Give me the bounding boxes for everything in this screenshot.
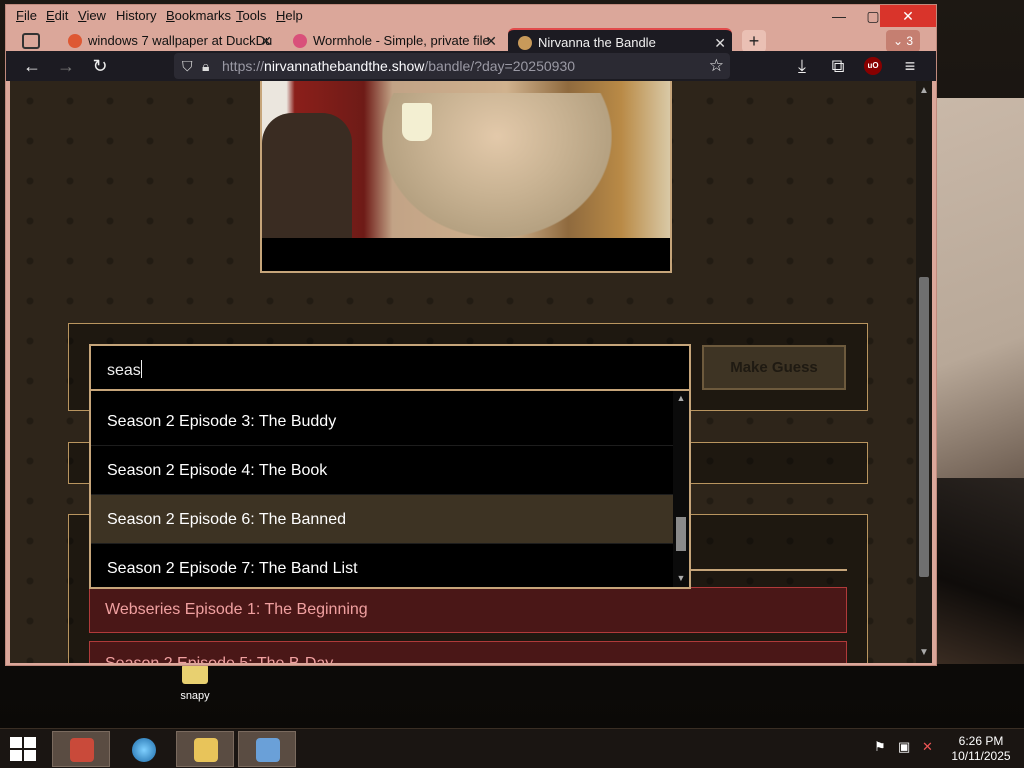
duckduckgo-favicon-icon: [68, 34, 82, 48]
tab-list-button[interactable]: ⌄ 3: [886, 30, 920, 52]
menu-edit[interactable]: Edit: [46, 8, 68, 23]
lock-icon[interactable]: 🔒︎: [202, 58, 209, 75]
url-text: https://nirvannathebandthe.show/bandle/?…: [222, 58, 576, 74]
menu-view[interactable]: View: [78, 8, 106, 23]
text-caret: [140, 360, 142, 378]
extensions-icon[interactable]: ⧉: [826, 55, 850, 77]
scroll-up-icon[interactable]: ▲: [673, 393, 689, 403]
menu-bar: File Edit View History Bookmarks Tools H…: [6, 5, 936, 27]
suggestion-item[interactable]: Season 2 Episode 7: The Band List: [91, 544, 675, 587]
wrong-guess-row: Webseries Episode 1: The Beginning: [89, 587, 847, 633]
close-window-button[interactable]: ✕: [880, 5, 936, 27]
app-icon: [70, 738, 94, 762]
system-clock[interactable]: 6:26 PM 10/11/2025: [948, 734, 1014, 764]
tab-count: 3: [906, 34, 914, 48]
clock-time: 6:26 PM: [958, 734, 1004, 748]
address-bar[interactable]: ⛉ 🔒︎ https://nirvannathebandthe.show/ban…: [174, 53, 730, 79]
reload-button[interactable]: ↻: [88, 55, 112, 77]
desktop-wallpaper-edge: [936, 98, 1024, 664]
tab-title: windows 7 wallpaper at DuckDu: [88, 33, 273, 48]
minimize-button[interactable]: —: [822, 5, 856, 27]
desktop-icon-snapy[interactable]: snapy: [170, 664, 220, 702]
windows-start-button[interactable]: [10, 737, 36, 761]
ublock-origin-icon[interactable]: uO: [864, 57, 882, 75]
scroll-down-icon[interactable]: ▼: [673, 573, 689, 583]
taskbar-browser[interactable]: [114, 731, 172, 767]
taskbar-control-panel[interactable]: [238, 731, 296, 767]
new-tab-button[interactable]: +: [742, 30, 766, 52]
flag-icon[interactable]: ⚑: [874, 739, 886, 755]
volume-muted-icon[interactable]: ✕: [922, 739, 933, 755]
browser-window: File Edit View History Bookmarks Tools H…: [5, 4, 937, 666]
page-scroll-thumb[interactable]: [919, 277, 929, 577]
scroll-up-icon[interactable]: ▲: [916, 85, 932, 96]
network-icon[interactable]: ▣: [898, 739, 910, 755]
menu-bookmarks[interactable]: Bookmarks: [166, 8, 231, 23]
downloads-icon[interactable]: ⤓: [790, 55, 814, 77]
guess-input-value: seas: [107, 362, 141, 379]
taskbar-firefox[interactable]: [52, 731, 110, 767]
folder-icon: [182, 664, 208, 684]
sidebar-toggle-icon[interactable]: [22, 33, 40, 49]
scroll-down-icon[interactable]: ▼: [916, 647, 932, 658]
navigation-bar: ← → ↻ ⛉ 🔒︎ https://nirvannathebandthe.sh…: [6, 51, 936, 81]
make-guess-button[interactable]: Make Guess: [702, 345, 846, 390]
forward-button[interactable]: →: [54, 55, 78, 77]
page-content: Webseries Episode 1: The Beginning Seaso…: [10, 81, 932, 663]
folder-icon: [194, 738, 218, 762]
tab-title: Nirvanna the Bandle: [538, 35, 656, 50]
autocomplete-dropdown[interactable]: Season 2 Episode 3: The Buddy Season 2 E…: [89, 391, 691, 589]
hamburger-menu-icon[interactable]: ≡: [898, 55, 922, 77]
suggestion-item-highlighted[interactable]: Season 2 Episode 6: The Banned: [91, 495, 675, 544]
dropdown-scrollbar[interactable]: ▲ ▼: [673, 391, 689, 587]
suggestion-item[interactable]: Season 2 Episode 4: The Book: [91, 446, 675, 495]
wormhole-favicon-icon: [293, 34, 307, 48]
nirvanna-favicon-icon: [518, 36, 532, 50]
menu-tools[interactable]: Tools: [236, 8, 266, 23]
shield-icon[interactable]: ⛉: [182, 58, 193, 75]
taskbar: ⚑ ▣ ✕ 6:26 PM 10/11/2025: [0, 728, 1024, 768]
tab-title: Wormhole - Simple, private file: [313, 33, 490, 48]
wrong-guess-row: Season 2 Episode 5: The B-Day: [89, 641, 847, 663]
suggestion-item[interactable]: Season 2 Episode 3: The Buddy: [91, 397, 675, 446]
bookmark-star-icon[interactable]: ☆: [709, 56, 724, 76]
menu-help[interactable]: Help: [276, 8, 303, 23]
page-scrollbar[interactable]: ▲ ▼: [916, 81, 932, 663]
guess-input[interactable]: seas: [89, 344, 691, 391]
globe-icon: [132, 738, 156, 762]
dropdown-scroll-thumb[interactable]: [676, 517, 686, 551]
menu-file[interactable]: File: [16, 8, 37, 23]
desktop-icon-label: snapy: [180, 690, 210, 702]
taskbar-explorer[interactable]: [176, 731, 234, 767]
back-button[interactable]: ←: [20, 55, 44, 77]
control-panel-icon: [256, 738, 280, 762]
episode-video-frame[interactable]: [260, 81, 672, 273]
clock-date: 10/11/2025: [951, 749, 1011, 763]
menu-history[interactable]: History: [116, 8, 156, 23]
